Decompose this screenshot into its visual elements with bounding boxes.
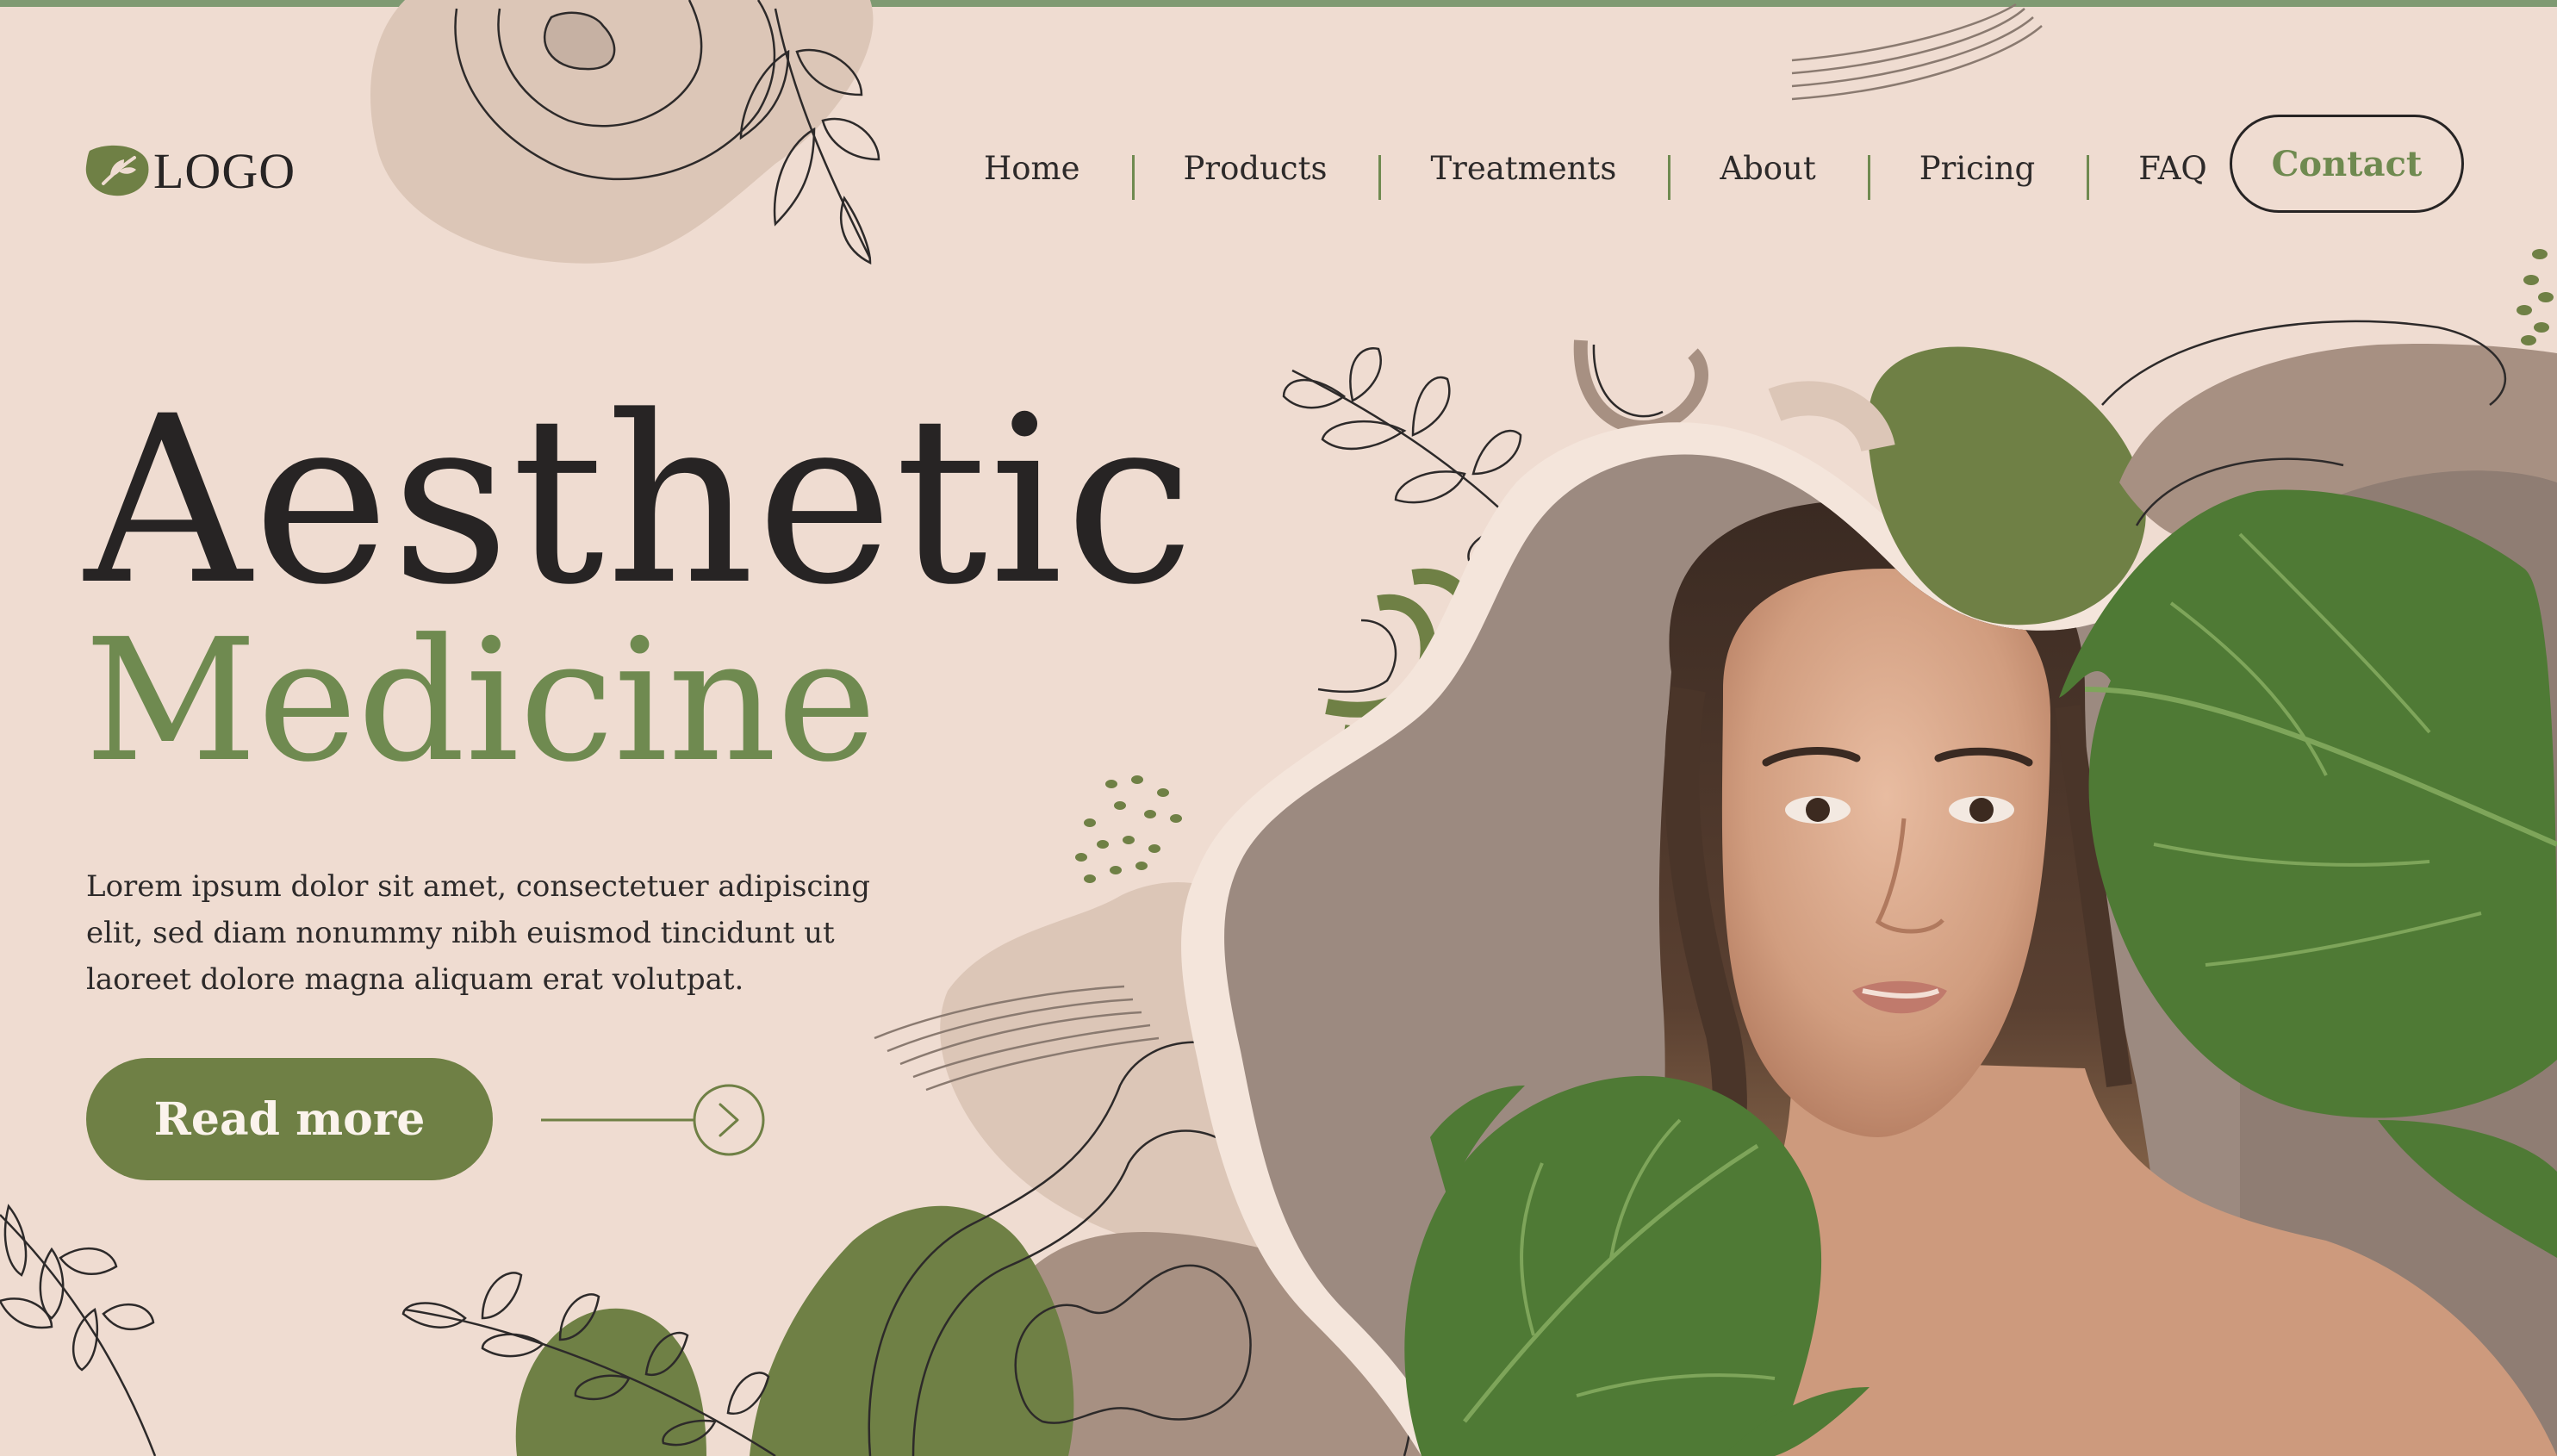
nav-item-products[interactable]: Products <box>1131 150 1379 200</box>
leaf-icon <box>85 145 149 196</box>
hero-title-line1: Aesthetic <box>84 367 1197 636</box>
nav-item-about[interactable]: About <box>1668 150 1867 200</box>
nav-item-treatments[interactable]: Treatments <box>1378 150 1668 200</box>
contact-button[interactable]: Contact <box>2230 115 2464 213</box>
top-blob <box>370 0 874 264</box>
logo[interactable]: LOGO <box>84 136 296 205</box>
logo-text: LOGO <box>153 142 296 199</box>
nav-item-pricing[interactable]: Pricing <box>1867 150 2087 200</box>
main-nav: Home Products Treatments About Pricing F… <box>930 138 2259 200</box>
hero-title-line2: Medicine <box>84 603 877 800</box>
bottom-left-branch <box>0 1204 157 1456</box>
arrow-right-circle-icon[interactable] <box>541 1080 767 1160</box>
read-more-button[interactable]: Read more <box>86 1058 493 1180</box>
center-branch <box>1282 347 1587 563</box>
hero-description: Lorem ipsum dolor sit amet, consectetuer… <box>86 869 870 997</box>
nav-item-home[interactable]: Home <box>930 150 1132 187</box>
